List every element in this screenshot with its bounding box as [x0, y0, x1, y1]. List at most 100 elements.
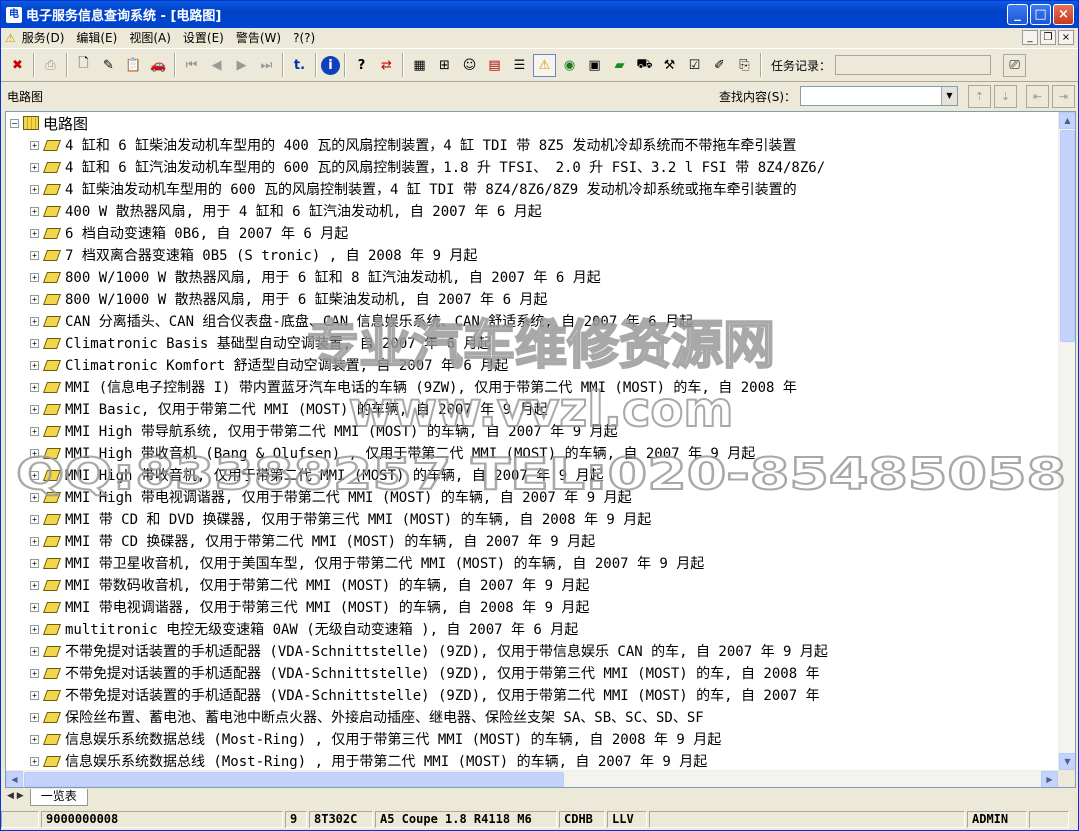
vertical-scrollbar[interactable]: ▲ ▼ [1058, 112, 1075, 770]
tab-overview[interactable]: 一览表 [29, 789, 88, 806]
expand-icon[interactable]: + [30, 734, 39, 744]
expand-icon[interactable]: + [30, 426, 39, 436]
green-book-icon[interactable]: ▰ [608, 54, 631, 77]
tree-item[interactable]: +6 档自动变速箱 0B6, 自 2007 年 6 月起 [6, 222, 1058, 244]
previous-icon[interactable]: ◀ [205, 54, 228, 77]
expand-icon[interactable]: + [30, 294, 39, 304]
tree-item[interactable]: + MMI 带卫星收音机, 仅用于美国车型, 仅用于带第二代 MMI (MOST)… [6, 552, 1058, 574]
checklist-icon[interactable]: ☑ [683, 54, 706, 77]
tree-item[interactable]: + MMI Basic, 仅用于带第二代 MMI (MOST) 的车辆, 自 20… [6, 398, 1058, 420]
tree-item[interactable]: + MMI High 带电视调谐器, 仅用于带第二代 MMI (MOST) 的车辆… [6, 486, 1058, 508]
tree-item[interactable]: +4 缸和 6 缸柴油发动机车型用的 400 瓦的风扇控制装置，4 缸 TDI … [6, 134, 1058, 156]
last-icon[interactable]: ⏭ [255, 54, 278, 77]
tree-item[interactable]: + 不带免提对话装置的手机适配器 (VDA-Schnittstelle) (9ZD… [6, 640, 1058, 662]
document-list-icon[interactable]: ☰ [508, 54, 531, 77]
tools-icon[interactable]: ⚒ [658, 54, 681, 77]
expand-icon[interactable]: + [30, 206, 39, 216]
expand-icon[interactable]: + [30, 470, 39, 480]
warning-toolbar-icon[interactable]: ⚠ [533, 53, 556, 77]
close-button[interactable]: × [1053, 4, 1074, 25]
horizontal-scroll-thumb[interactable] [24, 772, 564, 787]
scroll-left-icon[interactable]: ◀ [6, 771, 23, 787]
tree-item[interactable]: + MMI 带电视调谐器, 仅用于带第三代 MMI (MOST) 的车辆, 自 2… [6, 596, 1058, 618]
expand-icon[interactable]: + [30, 272, 39, 282]
tree-item[interactable]: + 保险丝布置、蓄电池、蓄电池中断点火器、外接启动插座、继电器、保险丝支架 SA、… [6, 706, 1058, 728]
report-icon[interactable]: ⎘ [733, 54, 756, 77]
new-document-icon[interactable]: 🗋 [72, 54, 95, 77]
minimize-button[interactable]: _ [1007, 4, 1028, 25]
expand-icon[interactable]: + [30, 624, 39, 634]
calculator-icon[interactable]: ▦ [408, 54, 431, 77]
task-record-button[interactable]: ⎚ [1003, 53, 1027, 77]
scroll-down-icon[interactable]: ▼ [1059, 753, 1075, 770]
exit-icon[interactable]: ✖ [6, 54, 29, 77]
mdi-close-button[interactable]: × [1058, 30, 1074, 45]
scroll-right-icon[interactable]: ▶ [1041, 771, 1058, 787]
info-icon[interactable]: i [321, 55, 340, 75]
save-icon[interactable]: ▣ [583, 54, 606, 77]
tree-item[interactable]: + Climatronic Komfort 舒适型自动空调装置, 自 2007 年… [6, 354, 1058, 376]
chevron-down-icon[interactable]: ▼ [941, 87, 957, 105]
tab-scroll-icon[interactable]: ◀ ▶ [5, 789, 26, 801]
expand-icon[interactable]: + [30, 250, 39, 260]
mdi-restore-button[interactable]: ❐ [1040, 30, 1056, 45]
expand-icon[interactable]: + [30, 580, 39, 590]
expand-icon[interactable]: + [30, 382, 39, 392]
tree-item[interactable]: + 信息娱乐系统数据总线 (Most-Ring) , 仅用于带第三代 MMI (M… [6, 728, 1058, 750]
tree-item[interactable]: + 不带免提对话装置的手机适配器 (VDA-Schnittstelle) (9ZD… [6, 662, 1058, 684]
next-icon[interactable]: ▶ [230, 54, 253, 77]
collapse-icon[interactable]: − [10, 118, 19, 128]
edit-document-icon[interactable]: ✎ [97, 54, 120, 77]
tree-item[interactable]: + MMI 带 CD 换碟器, 仅用于带第二代 MMI (MOST) 的车辆, 自… [6, 530, 1058, 552]
expand-icon[interactable]: + [30, 668, 39, 678]
find-prev-button[interactable]: ⇡ [968, 84, 991, 108]
expand-icon[interactable]: + [30, 690, 39, 700]
books-icon[interactable]: ▤ [483, 54, 506, 77]
expand-icon[interactable]: + [30, 228, 39, 238]
tree-item[interactable]: + MMI 带 CD 和 DVD 换碟器, 仅用于带第三代 MMI (MOST) … [6, 508, 1058, 530]
expand-icon[interactable]: + [30, 602, 39, 612]
menu-view[interactable]: 视图(A) [123, 29, 177, 46]
clipboard-icon[interactable]: 📋 [122, 54, 145, 77]
globe-icon[interactable]: ◉ [558, 54, 581, 77]
mdi-minimize-button[interactable]: _ [1022, 30, 1038, 45]
vehicle-icon[interactable]: ⛟ [633, 54, 656, 77]
help-icon[interactable]: ? [350, 54, 373, 77]
expand-icon[interactable]: + [30, 162, 39, 172]
tree-item[interactable]: +7 档双离合器变速箱 0B5 (S tronic) , 自 2008 年 9 … [6, 244, 1058, 266]
jump-last-button[interactable]: ⇥ [1052, 84, 1075, 108]
tree-item[interactable]: + Climatronic Basis 基础型自动空调装置, 自 2007 年 6… [6, 332, 1058, 354]
menu-edit[interactable]: 编辑(E) [70, 29, 123, 46]
expand-icon[interactable]: + [30, 316, 39, 326]
tree-item[interactable]: +400 W 散热器风扇, 用于 4 缸和 6 缸汽油发动机, 自 2007 年… [6, 200, 1058, 222]
tree-item[interactable]: + MMI High 带收音机, 仅用于带第二代 MMI (MOST) 的车辆, … [6, 464, 1058, 486]
swap-icon[interactable]: ⇄ [375, 54, 398, 77]
expand-icon[interactable]: + [30, 712, 39, 722]
tree-item[interactable]: + CAN 分离插头、CAN 组合仪表盘-底盘、CAN 信息娱乐系统、CAN 舒适… [6, 310, 1058, 332]
vertical-scroll-thumb[interactable] [1060, 130, 1075, 342]
expand-icon[interactable]: + [30, 360, 39, 370]
tree-item[interactable]: + 信息娱乐系统数据总线 (Most-Ring) , 用于带第二代 MMI (MO… [6, 750, 1058, 770]
maximize-button[interactable]: □ [1030, 4, 1051, 25]
print-icon[interactable]: ⎙ [39, 54, 62, 77]
search-text-field[interactable] [801, 87, 941, 105]
expand-icon[interactable]: + [30, 140, 39, 150]
expand-icon[interactable]: + [30, 514, 39, 524]
tree-item[interactable]: +4 缸和 6 缸汽油发动机车型用的 600 瓦的风扇控制装置，1.8 升 TF… [6, 156, 1058, 178]
expand-icon[interactable]: + [30, 646, 39, 656]
find-next-button[interactable]: ⇣ [994, 84, 1017, 108]
tree-item[interactable]: +800 W/1000 W 散热器风扇, 用于 6 缸柴油发动机, 自 2007… [6, 288, 1058, 310]
tree-item[interactable]: + 不带免提对话装置的手机适配器 (VDA-Schnittstelle) (9ZD… [6, 684, 1058, 706]
person-icon[interactable]: ☺ [458, 54, 481, 77]
jump-first-button[interactable]: ⇤ [1026, 84, 1049, 108]
expand-icon[interactable]: + [30, 492, 39, 502]
menu-service[interactable]: 服务(D) [16, 29, 71, 46]
tree-item[interactable]: + MMI 带数码收音机, 仅用于带第二代 MMI (MOST) 的车辆, 自 2… [6, 574, 1058, 596]
tree-item[interactable]: + MMI High 带导航系统, 仅用于带第二代 MMI (MOST) 的车辆,… [6, 420, 1058, 442]
tree-item[interactable]: +800 W/1000 W 散热器风扇, 用于 6 缸和 8 缸汽油发动机, 自… [6, 266, 1058, 288]
scroll-up-icon[interactable]: ▲ [1059, 112, 1075, 129]
tree-root[interactable]: − 电路图 [6, 112, 1058, 134]
expand-icon[interactable]: + [30, 338, 39, 348]
search-input[interactable]: ▼ [800, 86, 958, 106]
expand-icon[interactable]: + [30, 448, 39, 458]
